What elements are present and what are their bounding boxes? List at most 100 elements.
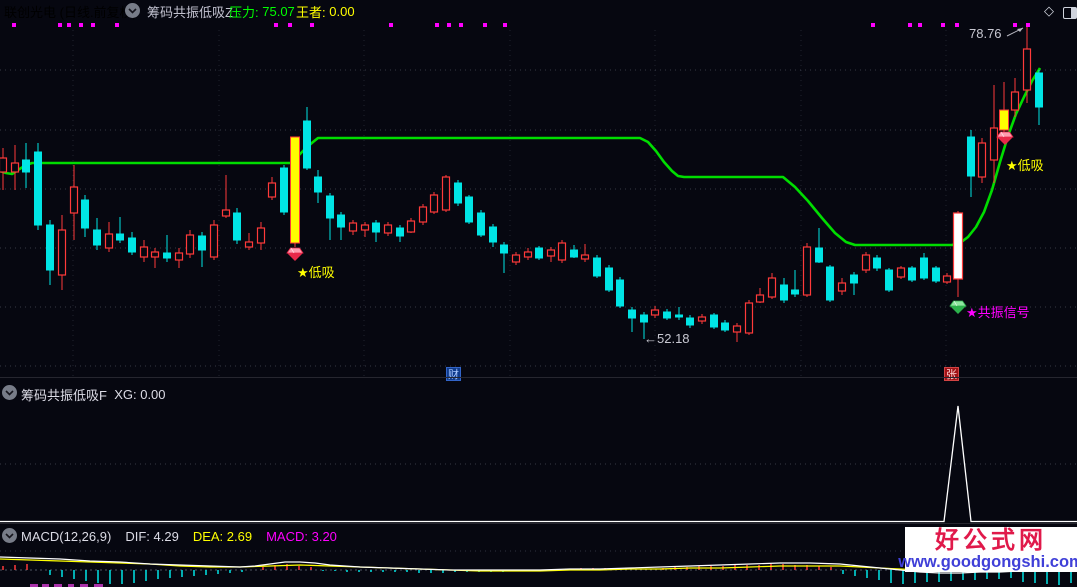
news-badge-cai[interactable]: 财 (446, 367, 461, 381)
macd-indicator-header[interactable]: MACD(12,26,9) DIF: 4.29 DEA: 2.69 MACD: … (21, 528, 351, 544)
candle (10, 145, 20, 190)
candle (418, 204, 428, 225)
candle (802, 243, 812, 297)
candle (314, 170, 322, 203)
chevron-down-circle-icon[interactable] (125, 3, 140, 18)
candle (348, 220, 358, 235)
candle (139, 240, 149, 262)
candle (477, 210, 485, 237)
dixi-gem-1-icon (286, 247, 304, 261)
candle (744, 300, 754, 335)
candle (557, 240, 567, 263)
candle (221, 175, 231, 218)
candle (280, 165, 288, 215)
candle (500, 242, 508, 273)
gem-markers-layer (286, 131, 1014, 314)
candle (104, 222, 114, 252)
stock-title[interactable]: 联创光电 (日线.前复权) (4, 3, 137, 20)
candle (861, 252, 871, 273)
candle (780, 278, 788, 303)
candle (69, 165, 79, 240)
pressure-value: 75.07 (262, 3, 295, 19)
xg-indicator-name: 筹码共振低吸F (21, 387, 107, 403)
candle (163, 235, 171, 262)
candle (755, 288, 765, 303)
king-readout: 王者: 0.00 (296, 3, 355, 20)
high-price-label: 78.76 (969, 26, 1002, 41)
macd-readout: MACD: 3.20 (266, 528, 337, 544)
candle (999, 82, 1009, 137)
candle (185, 230, 195, 258)
candle (337, 212, 345, 240)
candle (116, 217, 124, 243)
candle (896, 266, 906, 279)
candle (303, 107, 311, 170)
grid-layer (0, 30, 1077, 571)
candle (885, 268, 893, 292)
candle (465, 195, 473, 224)
main-indicator-name[interactable]: 筹码共振低吸Z (147, 3, 233, 20)
candlestick-chart-canvas[interactable] (0, 0, 1077, 587)
gongzhen-signal-label: ★共振信号 (966, 305, 1030, 320)
candle (57, 215, 67, 290)
candle (535, 246, 543, 260)
signal-dots-layer (12, 23, 1030, 27)
candle (209, 220, 219, 260)
candle (244, 233, 254, 250)
candle (256, 222, 266, 250)
panel-separator-2 (0, 523, 1077, 524)
low-price-label: ←52.18 (644, 331, 690, 346)
candle (546, 247, 556, 262)
candle (1035, 70, 1043, 125)
candle (837, 278, 847, 295)
candle (0, 148, 8, 190)
candle (710, 313, 718, 329)
candle (233, 208, 241, 244)
watermark: 好公式网 www.goodgongshi.com (898, 526, 1077, 572)
candle (454, 180, 462, 206)
candle (952, 211, 964, 297)
dixi-gem-2-icon (996, 131, 1014, 145)
candle (967, 130, 975, 197)
diamond-outline-icon[interactable]: ◇ (1044, 3, 1054, 19)
watermark-url: www.goodgongshi.com (898, 552, 1077, 571)
dif-readout: DIF: 4.29 (125, 528, 179, 544)
candle (267, 177, 277, 200)
candle (46, 220, 54, 285)
chevron-down-circle-icon-xg[interactable] (2, 385, 17, 400)
candle (593, 255, 601, 278)
candle (697, 314, 707, 324)
candle (686, 315, 694, 328)
panel-separator-1 (0, 377, 1077, 378)
candle (663, 309, 671, 320)
candle (290, 136, 300, 247)
candle (511, 252, 521, 265)
candle (580, 244, 590, 262)
panel-layout-icon[interactable] (1063, 7, 1077, 19)
news-badge-zhang[interactable]: 张 (944, 367, 959, 381)
candle (616, 277, 624, 308)
chevron-down-circle-icon-macd[interactable] (2, 528, 17, 543)
candle (326, 193, 334, 240)
candle (942, 273, 952, 284)
candle (81, 195, 89, 237)
candle (93, 218, 101, 250)
candle (198, 232, 206, 267)
candle (767, 273, 777, 299)
candle (605, 265, 613, 292)
candle (360, 222, 370, 237)
high-arrow (1006, 27, 1024, 37)
candle (429, 192, 439, 214)
dixi-signal-label-2: ★低吸 (1006, 158, 1044, 173)
candle (628, 307, 636, 332)
candle (908, 266, 916, 282)
candle (815, 228, 823, 263)
watermark-title: 好公式网 (935, 526, 1047, 554)
xg-indicator-header[interactable]: 筹码共振低吸F XG: 0.00 (21, 386, 166, 403)
candle (523, 248, 533, 260)
candle (570, 245, 578, 258)
stock-chart-screen: 联创光电 (日线.前复权) 筹码共振低吸Z 压力: 75.07 王者: 0.00… (0, 0, 1077, 587)
dea-readout: DEA: 2.69 (192, 528, 253, 544)
candle (383, 222, 393, 236)
candle (920, 253, 928, 280)
